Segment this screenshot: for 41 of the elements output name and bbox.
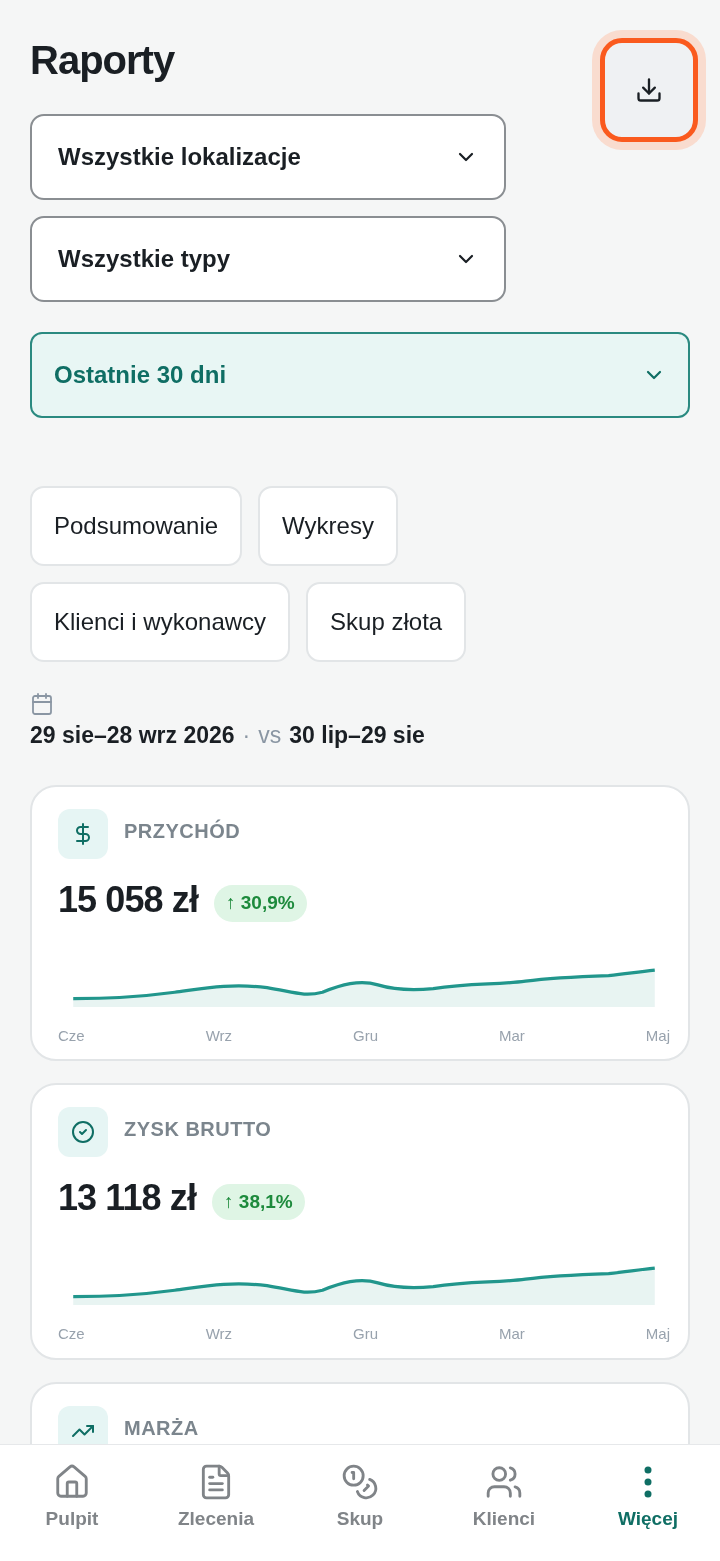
previous-period: 30 lip–29 sie	[289, 721, 425, 750]
separator-dot: ·	[242, 721, 251, 750]
filter-dropdown[interactable]: Wszystkie lokalizacje	[30, 114, 506, 200]
month-label: Wrz	[205, 1025, 233, 1046]
month-label: Wrz	[205, 1324, 233, 1344]
more-icon	[644, 1466, 652, 1498]
vs-label: vs	[258, 721, 282, 750]
metric-value: 13 118 zł	[58, 1176, 197, 1220]
nav-item[interactable]: Więcej	[588, 1463, 708, 1534]
metric-label: ZYSK BRUTTO	[124, 1117, 272, 1142]
month-label: Mar	[499, 1324, 525, 1344]
coins-icon	[341, 1463, 379, 1501]
metric-label: PRZYCHÓD	[124, 818, 241, 844]
users-icon	[485, 1463, 523, 1501]
change-badge: ↑ 30,9%	[214, 885, 307, 922]
month-label: Mar	[499, 1025, 525, 1046]
report-tab[interactable]: Wykresy	[258, 486, 398, 566]
month-label: Gru	[353, 1025, 379, 1046]
calendar-icon	[30, 692, 54, 716]
current-period: 29 sie–28 wrz 2026	[30, 721, 235, 750]
report-tab[interactable]: Klienci i wykonawcy	[30, 582, 291, 662]
nav-item[interactable]: Skup	[300, 1463, 420, 1534]
month-label: Maj	[645, 1324, 670, 1344]
filter-dropdown[interactable]: Wszystkie typy	[30, 216, 506, 302]
nav-item[interactable]: Pulpit	[12, 1463, 132, 1534]
month-label: Gru	[353, 1324, 379, 1344]
download-icon	[635, 76, 663, 104]
month-label: Cze	[58, 1324, 85, 1344]
metric-label: MARŻA	[124, 1415, 199, 1441]
filter-dropdown[interactable]: Ostatnie 30 dni	[30, 332, 690, 418]
report-tab[interactable]: Podsumowanie	[30, 486, 243, 566]
nav-item[interactable]: Zlecenia	[156, 1463, 276, 1534]
month-label: Cze	[58, 1025, 85, 1046]
check-circle-icon	[71, 1120, 95, 1144]
page-title: Raporty	[30, 37, 175, 84]
nav-item[interactable]: Klienci	[444, 1463, 564, 1534]
report-tab[interactable]: Skup złota	[306, 582, 467, 662]
metric-value: 15 058 zł	[58, 877, 198, 922]
change-badge: ↑ 38,1%	[212, 1183, 305, 1221]
month-label: Maj	[645, 1025, 670, 1046]
home-icon	[53, 1463, 91, 1501]
